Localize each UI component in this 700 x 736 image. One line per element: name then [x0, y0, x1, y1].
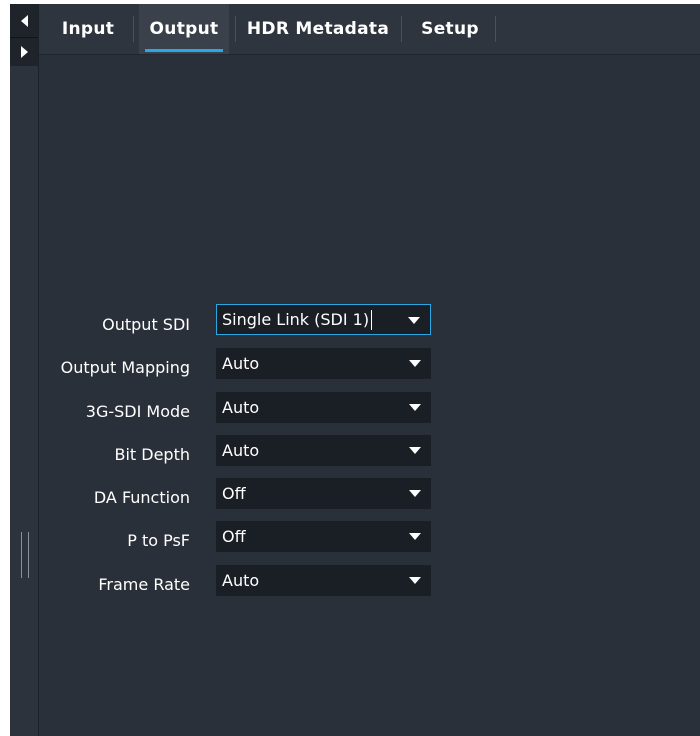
frame-rate-dropdown[interactable]: Auto: [216, 565, 431, 596]
tab-divider: [401, 16, 402, 42]
tab-divider: [235, 16, 236, 42]
tab-setup[interactable]: Setup: [411, 4, 489, 54]
tab-input[interactable]: Input: [49, 4, 127, 54]
collapse-panel-button[interactable]: [10, 4, 38, 38]
output-sdi-dropdown[interactable]: Single Link (SDI 1): [216, 304, 431, 335]
bit-depth-dropdown[interactable]: Auto: [216, 435, 431, 466]
triangle-right-icon: [20, 46, 28, 58]
p-to-psf-label: P to PsF: [127, 531, 190, 550]
3g-sdi-mode-label: 3G-SDI Mode: [85, 402, 190, 421]
da-function-value: Off: [222, 484, 246, 503]
tab-output[interactable]: Output: [139, 4, 229, 54]
caret-down-icon: [409, 360, 421, 367]
caret-down-icon: [408, 317, 420, 324]
expand-panel-button[interactable]: [10, 38, 38, 66]
output-mapping-dropdown[interactable]: Auto: [216, 348, 431, 379]
da-function-label: DA Function: [93, 488, 190, 507]
3g-sdi-mode-dropdown[interactable]: Auto: [216, 392, 431, 423]
frame-rate-label: Frame Rate: [98, 575, 190, 594]
p-to-psf-value: Off: [222, 527, 246, 546]
caret-down-icon: [409, 404, 421, 411]
text-cursor: [371, 309, 373, 330]
tab-bar: Input Output HDR Metadata Setup: [39, 4, 700, 55]
bit-depth-value: Auto: [222, 441, 260, 460]
output-mapping-label: Output Mapping: [60, 358, 190, 377]
da-function-dropdown[interactable]: Off: [216, 478, 431, 509]
output-mapping-value: Auto: [222, 354, 260, 373]
caret-down-icon: [409, 447, 421, 454]
tab-hdr-metadata[interactable]: HDR Metadata: [243, 4, 393, 54]
tab-divider: [133, 16, 134, 42]
output-sdi-value: Single Link (SDI 1): [222, 310, 370, 329]
p-to-psf-dropdown[interactable]: Off: [216, 521, 431, 552]
tab-divider: [495, 16, 496, 42]
output-sdi-label: Output SDI: [102, 315, 190, 334]
caret-down-icon: [409, 577, 421, 584]
bit-depth-label: Bit Depth: [114, 445, 190, 464]
frame-rate-value: Auto: [222, 571, 260, 590]
caret-down-icon: [409, 533, 421, 540]
app-window: Input Output HDR Metadata Setup Output S…: [10, 4, 700, 736]
caret-down-icon: [409, 490, 421, 497]
3g-sdi-mode-value: Auto: [222, 398, 260, 417]
triangle-left-icon: [20, 14, 28, 27]
